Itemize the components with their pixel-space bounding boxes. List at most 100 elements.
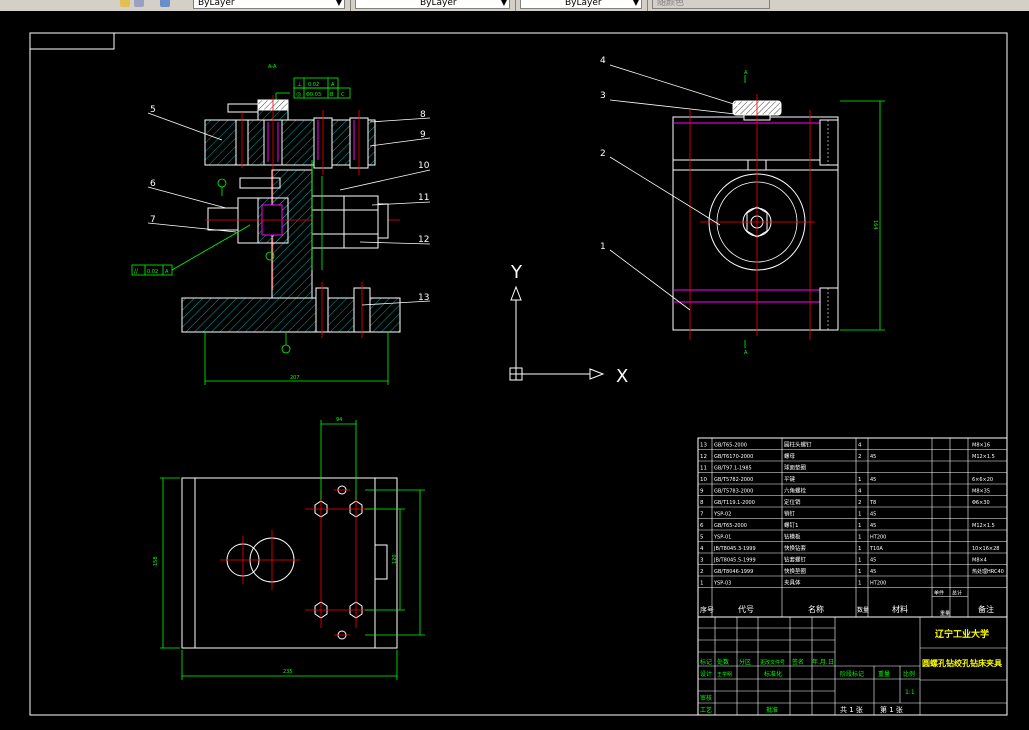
bom-header-std: 代号 <box>738 604 754 614</box>
tb-review: 审核 <box>700 694 712 702</box>
bom-row-no: 10 <box>700 477 707 483</box>
balloon-1: 1 <box>600 242 606 252</box>
balloon-9: 9 <box>420 130 426 140</box>
linetype-value: ByLayer <box>420 0 457 8</box>
tol-datum-2: B <box>330 92 334 98</box>
tb-sheet: 第 1 张 <box>880 705 903 714</box>
bom-row-material: T10A <box>869 546 883 552</box>
bom-row-std: GB/T65-2000 <box>714 443 747 449</box>
tb-approve: 批准 <box>766 706 778 714</box>
drawing-canvas[interactable]: A-A ⊥ 0.02 A ◎ Φ0.03 B C // 0.02 A 207 5… <box>0 11 1029 730</box>
bom-row-material: HT200 <box>870 535 886 541</box>
bom-row-no: 13 <box>700 443 707 449</box>
bom-row-qty: 1 <box>858 477 862 483</box>
tol-datum-3: C <box>341 92 345 98</box>
layer-value: ByLayer <box>198 0 235 8</box>
side-body <box>672 116 839 331</box>
balloon-12: 12 <box>418 235 429 245</box>
tb-stage: 阶段标记 <box>840 670 864 678</box>
bom-row-qty: 1 <box>858 523 862 529</box>
bom-row-qty: 1 <box>858 512 862 518</box>
bom-row-qty: 1 <box>858 581 862 587</box>
tb-scale-value: 1:1 <box>905 689 915 696</box>
tb-design: 设计 <box>700 670 712 678</box>
ucs-x-label: X <box>616 366 628 387</box>
tol-datum-1: A <box>331 82 335 88</box>
bom-header-material: 材料 <box>892 604 908 614</box>
bom-row-note: M12×1.5 <box>972 523 995 529</box>
bom-row-material: HT200 <box>870 581 886 587</box>
balloon-13: 13 <box>418 293 429 303</box>
bom-row-qty: 2 <box>858 454 862 460</box>
bom-row-no: 4 <box>700 546 704 552</box>
bom-row-std: GB/T97.1-1985 <box>714 466 752 472</box>
dim-plan-height: 158 <box>153 556 159 566</box>
bom-row-name: 销钉 <box>784 510 796 518</box>
dim-plan-width: 235 <box>283 669 293 675</box>
plan-body <box>181 477 398 649</box>
ucs-y-label: Y <box>510 262 523 283</box>
bom-row-no: 9 <box>700 489 704 495</box>
university-name: 辽宁工业大学 <box>935 628 989 640</box>
balloon-10: 10 <box>418 161 430 171</box>
section-label: A-A <box>268 64 277 70</box>
bom-row-material: 45 <box>870 477 876 483</box>
bom-row-note: M8×35 <box>972 489 990 495</box>
layer-prev-icon[interactable] <box>160 0 170 7</box>
bom-row-std: YSP-02 <box>713 512 731 518</box>
view-label-top: A <box>744 70 748 76</box>
bom-row-qty: 4 <box>858 443 862 449</box>
bom-header-weight: 重量 <box>940 610 950 617</box>
bom-row-material: T8 <box>869 500 876 506</box>
balloon-7: 7 <box>150 215 156 225</box>
tb-designer: 王学明 <box>717 671 732 678</box>
balloon-6: 6 <box>150 179 156 189</box>
parallel-value: 0.02 <box>147 269 158 275</box>
layer-state-icon[interactable] <box>120 0 130 7</box>
balloon-8: 8 <box>420 110 426 120</box>
tb-weight: 重量 <box>878 670 890 678</box>
tb-date: 年.月.日 <box>812 658 834 666</box>
bom-row-std: GB/T6170-2000 <box>714 454 753 460</box>
bom-row-note: M12×1.5 <box>972 454 995 460</box>
bom-header-note: 备注 <box>978 604 994 614</box>
bom-row-note: 6×6×20 <box>972 477 993 483</box>
bom-row-qty: 2 <box>858 500 862 506</box>
bom-row-std: GB/T5783-2000 <box>714 489 753 495</box>
tb-count: 处数 <box>717 658 729 666</box>
bom-row-std: YSP-03 <box>713 581 731 587</box>
bom-row-material: 45 <box>870 512 876 518</box>
tb-scale: 比例 <box>903 670 915 678</box>
layer-dropdown[interactable]: ByLayer ▼ <box>193 0 345 9</box>
tb-sign: 签名 <box>792 658 804 666</box>
bom-row-no: 6 <box>700 523 704 529</box>
chevron-down-icon: ▼ <box>335 0 342 7</box>
bom-row-no: 3 <box>700 558 704 564</box>
bom-row-no: 7 <box>700 512 704 518</box>
bom-header-qty: 数量 <box>857 606 869 614</box>
bom-row-no: 5 <box>700 535 704 541</box>
dim-side-height: 164 <box>872 220 878 230</box>
bom-row-name: 六角螺栓 <box>784 487 807 495</box>
plotstyle-dropdown[interactable]: 随颜色 <box>652 0 770 9</box>
toolbar-separator <box>515 0 516 11</box>
bom-row-note: 热处理HRC40 <box>972 568 1004 575</box>
tb-change: 更改文件号 <box>760 659 785 666</box>
linetype-dropdown[interactable]: ByLayer ▼ <box>355 0 510 9</box>
bom-row-no: 8 <box>700 500 704 506</box>
bom-row-note: Φ6×30 <box>972 500 990 506</box>
bom-header-total: 总计 <box>952 590 962 597</box>
tol-value-2: Φ0.03 <box>306 92 321 98</box>
dim-hole-vertical: 120 <box>392 554 398 564</box>
layer-props-icon[interactable] <box>134 0 144 7</box>
tb-process: 工艺 <box>700 706 712 714</box>
bom-row-name: 快换钻套 <box>784 544 807 552</box>
toolbar-separator <box>647 0 648 11</box>
bom-row-name: 螺母 <box>784 452 796 460</box>
bom-row-std: YSP-01 <box>713 535 731 541</box>
drawing-name: 圆螺孔钻绞孔钻床夹具 <box>922 658 1002 668</box>
bom-header-name: 名称 <box>808 604 824 614</box>
bom-row-name: 球面垫圈 <box>784 464 807 472</box>
lineweight-dropdown[interactable]: ByLayer ▼ <box>520 0 642 9</box>
lineweight-value: ByLayer <box>565 0 602 8</box>
